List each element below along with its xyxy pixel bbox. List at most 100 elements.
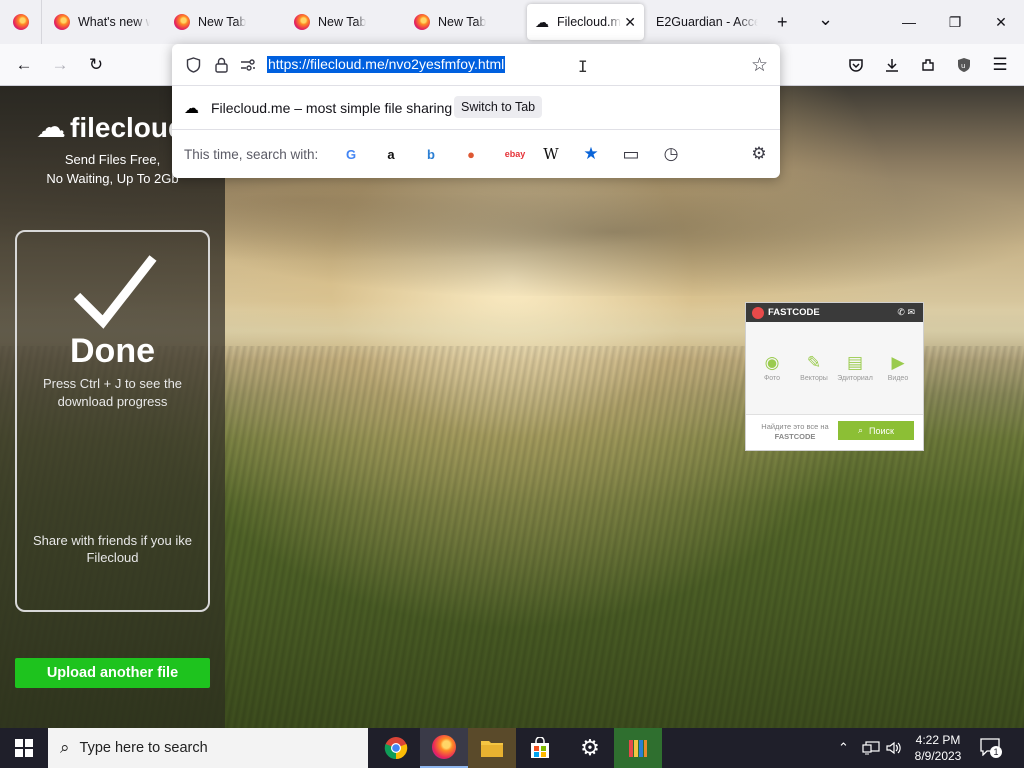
menu-icon[interactable]: ☰ bbox=[986, 51, 1014, 79]
fastcode-search-button[interactable]: ⌕ Поиск bbox=[838, 421, 914, 440]
cloud-icon: ☁ bbox=[535, 13, 549, 30]
close-tab-icon[interactable]: ✕ bbox=[624, 14, 636, 31]
url-suggestion-row[interactable]: ☁ Filecloud.me – most simple file sharin… bbox=[172, 86, 780, 130]
lock-icon[interactable] bbox=[212, 56, 230, 74]
tab-label: E2Guardian - Acce bbox=[656, 15, 758, 29]
notification-center-button[interactable]: 1 bbox=[980, 738, 1004, 758]
amazon-icon[interactable]: a bbox=[382, 145, 400, 163]
hint-line-2: download progress bbox=[57, 394, 168, 409]
share-line-1: Share with friends if you ike bbox=[33, 533, 192, 548]
chevron-up-icon: ⌃ bbox=[838, 740, 849, 755]
books-app-icon bbox=[629, 740, 647, 757]
list-all-tabs-button[interactable]: ⌄ bbox=[818, 9, 833, 29]
tab-new-tab-2[interactable]: New Tab bbox=[286, 4, 398, 40]
show-hidden-icons[interactable]: ⌃ bbox=[838, 728, 849, 768]
camera-icon: ◉ bbox=[764, 353, 780, 372]
urlbar: https://filecloud.me/nvo2yesfmfoy.html I… bbox=[172, 44, 780, 86]
permissions-icon[interactable] bbox=[239, 56, 257, 74]
taskbar-clock[interactable]: 4:22 PM 8/9/2023 bbox=[906, 732, 970, 764]
upload-another-file-button[interactable]: Upload another file bbox=[15, 658, 210, 688]
taskbar-chrome[interactable] bbox=[372, 728, 420, 768]
download-progress-hint: Press Ctrl + J to see the download progr… bbox=[17, 375, 208, 411]
network-icon[interactable] bbox=[862, 728, 880, 768]
filecloud-sidebar: ☁ filecloud Send Files Free, No Waiting,… bbox=[0, 86, 225, 728]
fastcode-video-item[interactable]: ▶ Видео bbox=[878, 353, 918, 382]
chrome-icon bbox=[384, 737, 408, 760]
reload-button[interactable]: ↻ bbox=[82, 51, 110, 79]
fastcode-vectors-item[interactable]: ✎ Векторы bbox=[794, 353, 834, 382]
cloud-icon: ☁ bbox=[184, 100, 199, 117]
firefox-icon bbox=[174, 14, 190, 30]
windows-taskbar: ⌕ Type here to search ⚙ ⌃ 4:22 PM 8/9/20… bbox=[0, 728, 1024, 768]
url-input[interactable]: https://filecloud.me/nvo2yesfmfoy.html bbox=[267, 56, 506, 73]
gear-icon: ⚙ bbox=[580, 735, 600, 760]
fastcode-logo-icon bbox=[752, 306, 764, 319]
filecloud-logo[interactable]: ☁ filecloud bbox=[36, 110, 185, 145]
ublock-icon[interactable]: u bbox=[950, 51, 978, 79]
bookmark-star-icon[interactable]: ☆ bbox=[751, 54, 768, 77]
fastcode-contact-icon[interactable]: ✆ ✉ bbox=[897, 307, 915, 318]
bing-icon[interactable]: b bbox=[422, 145, 440, 163]
tab-label: What's new w bbox=[78, 15, 150, 29]
folder-icon bbox=[481, 741, 503, 757]
fastcode-header: FASTCODE ✆ ✉ bbox=[746, 303, 923, 322]
clock-time: 4:22 PM bbox=[915, 733, 961, 747]
checkmark-icon bbox=[73, 255, 157, 329]
fastcode-item-label: Фото bbox=[763, 375, 781, 382]
svg-text:u: u bbox=[961, 62, 965, 70]
volume-icon[interactable] bbox=[886, 728, 902, 768]
share-hint: Share with friends if you ike Filecloud bbox=[17, 532, 208, 566]
minimize-button[interactable]: — bbox=[886, 0, 932, 44]
bookmarks-icon[interactable]: ★ bbox=[582, 144, 600, 163]
firefox-icon bbox=[12, 14, 29, 30]
google-icon[interactable]: G bbox=[342, 145, 360, 163]
pocket-icon[interactable] bbox=[842, 51, 870, 79]
taskbar-settings[interactable]: ⚙ bbox=[566, 728, 614, 768]
tab-new-tab-3[interactable]: New Tab bbox=[406, 4, 518, 40]
tab-e2guardian[interactable]: E2Guardian - Acce bbox=[648, 4, 766, 40]
done-heading: Done bbox=[70, 332, 155, 370]
wikipedia-icon[interactable]: W bbox=[542, 145, 560, 163]
search-settings-gear-icon[interactable]: ⚙ bbox=[750, 144, 768, 163]
switch-to-tab-button[interactable]: Switch to Tab bbox=[454, 96, 543, 118]
tab-whats-new[interactable]: What's new w bbox=[46, 4, 158, 40]
duckduckgo-icon[interactable]: ● bbox=[462, 145, 480, 163]
fastcode-widget[interactable]: FASTCODE ✆ ✉ ◉ Фото ✎ Векторы ▤ Эдиториа… bbox=[745, 302, 924, 451]
maximize-button[interactable]: ❐ bbox=[932, 0, 978, 44]
taskbar-app-green[interactable] bbox=[614, 728, 662, 768]
extensions-icon[interactable] bbox=[914, 51, 942, 79]
firefox-view-button[interactable] bbox=[0, 0, 42, 44]
downloads-icon[interactable] bbox=[878, 51, 906, 79]
tab-label: New Tab bbox=[198, 15, 247, 29]
tab-label: New Tab bbox=[318, 15, 367, 29]
taskbar-search-box[interactable]: ⌕ Type here to search bbox=[48, 728, 368, 768]
speaker-icon bbox=[886, 741, 901, 755]
tabs-icon[interactable]: ▭ bbox=[622, 144, 640, 164]
fastcode-item-label: Эдиториал bbox=[837, 375, 873, 382]
tab-filecloud[interactable]: ☁ Filecloud.m ✕ bbox=[527, 4, 644, 40]
taskbar-firefox[interactable] bbox=[420, 728, 468, 768]
fastcode-search-label: Поиск bbox=[869, 425, 894, 436]
search-icon: ⌕ bbox=[60, 738, 70, 757]
taskbar-store[interactable] bbox=[516, 728, 564, 768]
ebay-icon[interactable]: ebay bbox=[502, 145, 528, 163]
taskbar-file-explorer[interactable] bbox=[468, 728, 516, 768]
logo-text: filecloud bbox=[70, 111, 186, 143]
fastcode-item-label: Векторы bbox=[800, 375, 828, 382]
page-content: ☁ filecloud Send Files Free, No Waiting,… bbox=[0, 86, 1024, 728]
back-button[interactable]: ← bbox=[10, 51, 38, 79]
fastcode-editorial-item[interactable]: ▤ Эдиториал bbox=[835, 353, 875, 382]
fastcode-photo-item[interactable]: ◉ Фото bbox=[752, 353, 792, 382]
tracking-protection-shield-icon[interactable] bbox=[184, 56, 202, 74]
fastcode-item-label: Видео bbox=[887, 375, 909, 382]
close-window-button[interactable]: ✕ bbox=[978, 0, 1024, 44]
forward-button[interactable]: → bbox=[46, 51, 74, 79]
history-icon[interactable]: ◷ bbox=[662, 144, 680, 163]
share-line-2: Filecloud bbox=[86, 550, 139, 565]
new-tab-button[interactable]: + bbox=[777, 12, 788, 32]
tab-new-tab-1[interactable]: New Tab bbox=[166, 4, 278, 40]
search-icon: ⌕ bbox=[858, 425, 864, 435]
start-button[interactable] bbox=[0, 728, 48, 768]
hint-line-1: Press Ctrl + J to see the bbox=[42, 376, 183, 391]
network-monitor-icon bbox=[862, 741, 880, 755]
